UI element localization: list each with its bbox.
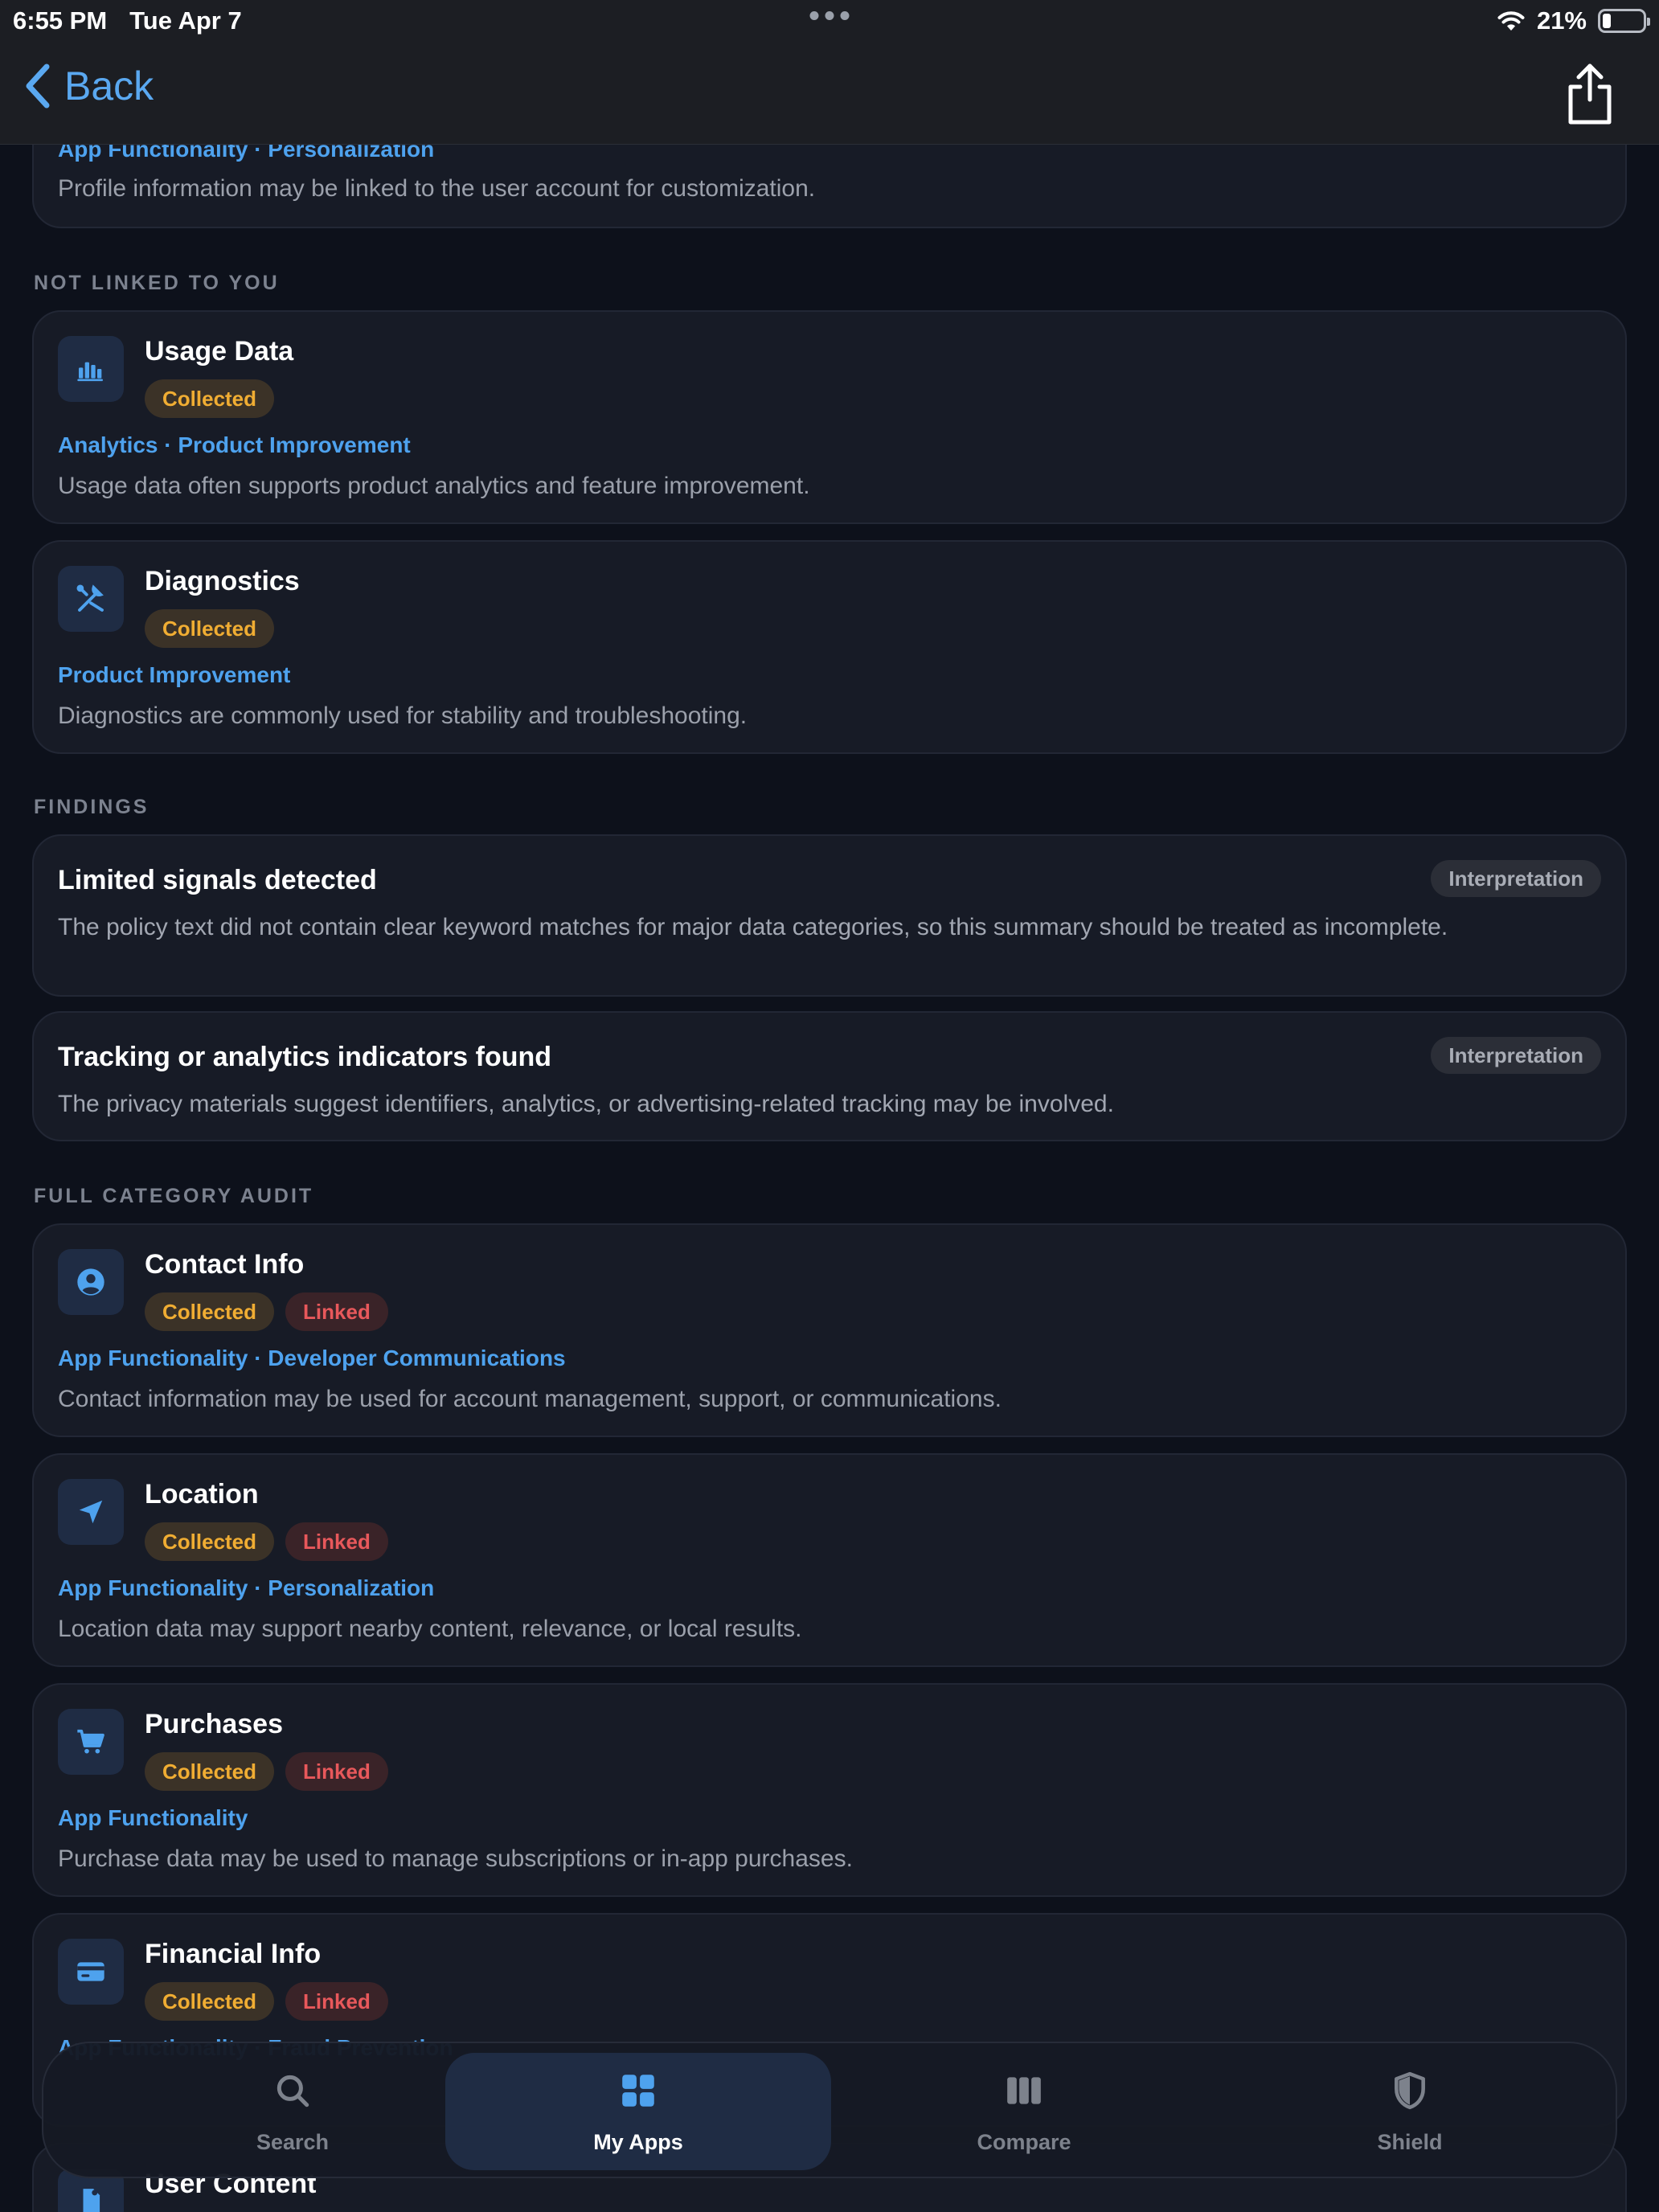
category-card-diagnostics: Diagnostics Collected Product Improvemen… [32,540,1627,754]
shield-icon [1395,2071,1425,2110]
battery-icon [1598,9,1650,33]
finding-card-limited-signals: Limited signals detected Interpretation … [32,834,1627,997]
tab-bar: Search My Apps Compare Shield [42,2042,1617,2178]
category-purposes: App Functionality [58,1805,248,1830]
category-description: Location data may support nearby content… [58,1616,802,1642]
back-label: Back [64,63,154,109]
wifi-icon [1497,11,1525,31]
status-date: Tue Apr 7 [129,6,242,35]
credit-card-icon [58,1939,124,2005]
grid-icon [622,2075,654,2107]
section-header-findings: FINDINGS [34,796,150,818]
category-description: Profile information may be linked to the… [58,175,816,202]
category-purposes: Product Improvement [58,662,291,687]
collected-badge: Collected [145,1982,275,2021]
status-bar: 6:55 PM Tue Apr 7 21% [0,0,1659,42]
finding-body: The privacy materials suggest identifier… [58,1091,1114,1117]
bar-chart-icon [58,336,124,402]
interpretation-badge: Interpretation [1431,1037,1601,1074]
tab-my-apps[interactable]: My Apps [445,2053,831,2170]
tab-label: Shield [1377,2130,1443,2154]
category-title: Purchases [145,1709,283,1739]
tab-label: My Apps [593,2130,683,2154]
category-description: Purchase data may be used to manage subs… [58,1845,853,1872]
category-card-usage-data: Usage Data Collected Analytics · Product… [32,310,1627,524]
category-purposes: App Functionality · Personalization [58,1575,435,1600]
finding-title: Limited signals detected [58,865,377,895]
tab-label: Search [256,2130,330,2154]
cart-icon [58,1709,124,1775]
category-card-location: Location Collected Linked App Functional… [32,1453,1627,1667]
finding-body: The policy text did not contain clear ke… [58,914,1448,940]
tab-label: Compare [977,2130,1071,2154]
finding-title: Tracking or analytics indicators found [58,1042,552,1072]
category-badges: Collected [145,609,275,648]
category-purposes: Analytics · Product Improvement [58,432,411,457]
interpretation-badge: Interpretation [1431,860,1601,897]
category-title: Diagnostics [145,566,300,596]
category-badges: Collected Linked [145,1752,388,1791]
linked-badge: Linked [285,1522,388,1561]
category-purposes: App Functionality · Developer Communicat… [58,1346,566,1370]
battery-percent: 21% [1536,6,1587,35]
tab-search[interactable]: Search [100,2053,485,2170]
location-arrow-icon [58,1479,124,1545]
category-title: Usage Data [145,336,294,367]
linked-badge: Linked [285,1292,388,1331]
search-icon [276,2075,309,2108]
category-description: Diagnostics are commonly used for stabil… [58,703,748,729]
linked-badge: Linked [285,1982,388,2021]
category-description: Contact information may be used for acco… [58,1386,1002,1412]
section-header-full-audit: FULL CATEGORY AUDIT [34,1185,314,1207]
share-icon [1568,63,1612,125]
category-card-purchases: Purchases Collected Linked App Functiona… [32,1683,1627,1897]
category-description: Usage data often supports product analyt… [58,473,810,499]
collected-badge: Collected [145,379,275,418]
category-badges: Collected Linked [145,1982,388,2021]
person-circle-icon [58,1249,124,1315]
share-button[interactable] [1559,61,1620,127]
category-title: Financial Info [145,1939,322,1969]
collected-badge: Collected [145,1752,275,1791]
category-title: Location [145,1479,259,1509]
finding-card-tracking: Tracking or analytics indicators found I… [32,1011,1627,1141]
columns-icon [1007,2077,1041,2104]
category-badges: Collected [145,379,275,418]
category-badges: Collected Linked [145,1522,388,1561]
collected-badge: Collected [145,1522,275,1561]
status-time: 6:55 PM [13,6,108,35]
collected-badge: Collected [145,609,275,648]
category-badges: Collected Linked [145,1292,388,1331]
collected-badge: Collected [145,1292,275,1331]
tab-shield[interactable]: Shield [1217,2053,1603,2170]
category-title: Contact Info [145,1249,305,1280]
category-card-contact-info: Contact Info Collected Linked App Functi… [32,1223,1627,1437]
back-button[interactable]: Back [24,63,154,109]
section-header-not-linked: NOT LINKED TO YOU [34,272,280,294]
chevron-left-icon [26,63,50,109]
tab-compare[interactable]: Compare [831,2053,1217,2170]
multitasking-dots-icon[interactable] [809,11,850,20]
tools-icon [58,566,124,632]
linked-badge: Linked [285,1752,388,1791]
